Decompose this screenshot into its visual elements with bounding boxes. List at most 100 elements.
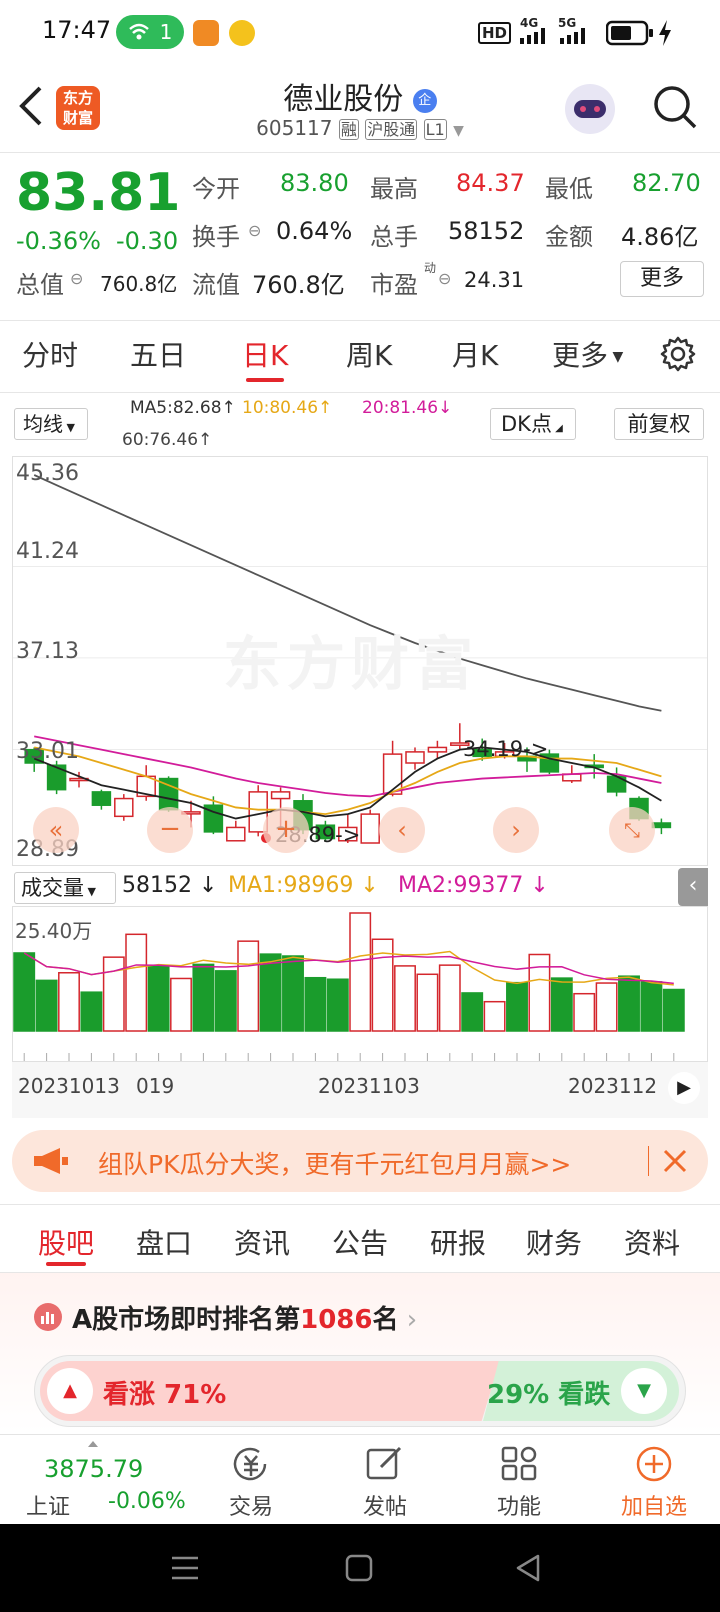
turnover-label: 换手 bbox=[192, 223, 240, 251]
y-label-3: 37.13 bbox=[16, 639, 79, 664]
dk-point-button[interactable]: DK点 ◢ bbox=[490, 408, 576, 440]
functions-nav[interactable]: 功能 bbox=[480, 1445, 558, 1521]
trade-label: 交易 bbox=[228, 1495, 273, 1520]
rank-text[interactable]: A股市场即时排名第1086名 › bbox=[72, 1299, 417, 1336]
candle-body bbox=[382, 753, 403, 795]
system-nav-bar bbox=[0, 1524, 720, 1612]
tab-weekly-k[interactable]: 周K bbox=[346, 334, 392, 374]
scroll-right-icon[interactable]: ▶ bbox=[668, 1072, 700, 1104]
zoom-in-button[interactable]: + bbox=[263, 807, 309, 853]
zoom-out-button[interactable]: − bbox=[147, 807, 193, 853]
megaphone-icon bbox=[34, 1148, 68, 1174]
volume-bar bbox=[528, 953, 551, 1032]
tab-intraday[interactable]: 分时 bbox=[22, 334, 78, 374]
search-icon[interactable] bbox=[652, 84, 698, 130]
robot-assistant-icon[interactable] bbox=[565, 84, 615, 134]
tab-monthly-k[interactable]: 月K bbox=[452, 334, 498, 374]
volume-chart[interactable]: 25.40万 bbox=[12, 906, 708, 1062]
post-nav[interactable]: 发帖 bbox=[346, 1445, 424, 1521]
stock-code: 605117 bbox=[256, 116, 333, 140]
back-nav-icon[interactable] bbox=[514, 1553, 544, 1583]
volume-label: 总手 bbox=[370, 223, 418, 251]
more-button[interactable]: 更多 bbox=[620, 261, 704, 297]
tab-more[interactable]: 更多 ▼ bbox=[552, 334, 623, 374]
dk-label: DK点 bbox=[501, 412, 552, 436]
adjust-price-button[interactable]: 前复权 bbox=[614, 408, 704, 440]
candle-body bbox=[651, 822, 672, 829]
triangle-down-icon: ▼ bbox=[84, 885, 96, 898]
tag-margin: 融 bbox=[338, 119, 359, 140]
bear-label: 29% 看跌 bbox=[487, 1380, 611, 1410]
candle-body bbox=[360, 813, 380, 844]
rewind-button[interactable]: « bbox=[33, 807, 79, 853]
screen: { "status": {"time": "17:47", "wifi_coun… bbox=[0, 0, 720, 1612]
trade-icon bbox=[233, 1447, 267, 1481]
volume-bar bbox=[394, 965, 416, 1032]
volume-bar bbox=[416, 973, 439, 1032]
candle-body bbox=[270, 791, 291, 800]
high-marker: 34.19-> bbox=[463, 737, 549, 761]
prev-button[interactable]: ‹ bbox=[379, 807, 425, 853]
info-icon[interactable]: ⊖ bbox=[70, 269, 83, 288]
home-icon[interactable] bbox=[344, 1553, 374, 1583]
index-name[interactable]: 上证 bbox=[26, 1489, 70, 1521]
fullscreen-button[interactable]: ⤡ bbox=[609, 807, 655, 853]
ma-selector[interactable]: 均线 ▼ bbox=[14, 408, 88, 440]
y-label-2: 41.24 bbox=[16, 539, 79, 564]
bear-button[interactable]: ▼ bbox=[621, 1368, 667, 1414]
tab-announcements[interactable]: 公告 bbox=[332, 1222, 388, 1262]
add-watchlist-nav[interactable]: 加自选 bbox=[606, 1445, 702, 1521]
tab-research[interactable]: 研报 bbox=[430, 1222, 486, 1262]
dropdown-icon[interactable]: ▼ bbox=[453, 123, 464, 139]
recent-apps-icon[interactable] bbox=[170, 1554, 200, 1582]
app-notif-icon-2 bbox=[229, 20, 255, 46]
ma10-text: 10:80.46 bbox=[242, 398, 319, 418]
bottom-nav: 3875.79 上证 -0.06% 交易 发帖 功能 加自选 bbox=[0, 1434, 720, 1524]
vol-ma1-legend: MA1:98969 ↓ bbox=[228, 873, 379, 898]
tab-five-day[interactable]: 五日 bbox=[130, 334, 186, 374]
close-icon[interactable] bbox=[662, 1148, 688, 1174]
index-value[interactable]: 3875.79 bbox=[44, 1455, 143, 1483]
tab-finance[interactable]: 财务 bbox=[526, 1222, 582, 1262]
volume-bar bbox=[506, 981, 528, 1032]
kline-chart[interactable]: 东方财富 45.36 41.24 37.13 33.01 28.89 34.19… bbox=[12, 456, 708, 866]
info-icon[interactable]: ⊖ bbox=[438, 269, 451, 288]
rank-number: 1086 bbox=[300, 1305, 373, 1335]
battery-icon bbox=[606, 20, 653, 46]
candle-body bbox=[91, 791, 112, 806]
collapse-panel-button[interactable]: ‹ bbox=[678, 868, 708, 906]
ma20-legend: 20:81.46↓ bbox=[362, 398, 453, 418]
rank-suffix: 名 bbox=[372, 1305, 399, 1335]
bull-button[interactable]: ▲ bbox=[47, 1368, 93, 1414]
info-icon[interactable]: ⊖ bbox=[248, 221, 261, 240]
volume-bar bbox=[214, 970, 237, 1032]
volume-selector[interactable]: 成交量 ▼ bbox=[14, 872, 116, 904]
volume-bar bbox=[483, 1000, 506, 1032]
mcap-label: 总值 bbox=[16, 271, 64, 299]
volume-value: 58152 bbox=[448, 217, 525, 245]
trade-nav[interactable]: 交易 bbox=[212, 1445, 290, 1521]
settings-gear-icon[interactable] bbox=[660, 336, 696, 372]
volume-bar bbox=[640, 981, 663, 1032]
y-label-4: 33.01 bbox=[16, 739, 79, 764]
amount-value: 4.86亿 bbox=[621, 223, 699, 251]
tab-daily-k[interactable]: 日K bbox=[242, 334, 288, 374]
candle-body bbox=[226, 826, 246, 842]
pe-superscript: 动 bbox=[424, 261, 437, 275]
next-button[interactable]: › bbox=[493, 807, 539, 853]
mcap-value: 760.8亿 bbox=[100, 272, 178, 296]
tab-profile[interactable]: 资料 bbox=[624, 1222, 680, 1262]
bull-label: 看涨 71% bbox=[103, 1380, 227, 1410]
signal-icon bbox=[520, 28, 545, 44]
caret-up-icon bbox=[88, 1441, 98, 1447]
promo-banner[interactable]: 组队PK瓜分大奖，更有千元红包月月赢>> bbox=[12, 1130, 708, 1192]
last-price: 83.81 bbox=[16, 163, 181, 223]
tab-guba[interactable]: 股吧 bbox=[38, 1222, 94, 1262]
ma-selector-label: 均线 bbox=[23, 412, 63, 436]
tab-news[interactable]: 资讯 bbox=[234, 1222, 290, 1262]
volume-bar bbox=[304, 976, 327, 1032]
volume-bar bbox=[125, 933, 148, 1032]
tab-order-book[interactable]: 盘口 bbox=[136, 1222, 192, 1262]
ma20-text: 20:81.46 bbox=[362, 398, 439, 418]
high-value: 84.37 bbox=[456, 169, 525, 197]
